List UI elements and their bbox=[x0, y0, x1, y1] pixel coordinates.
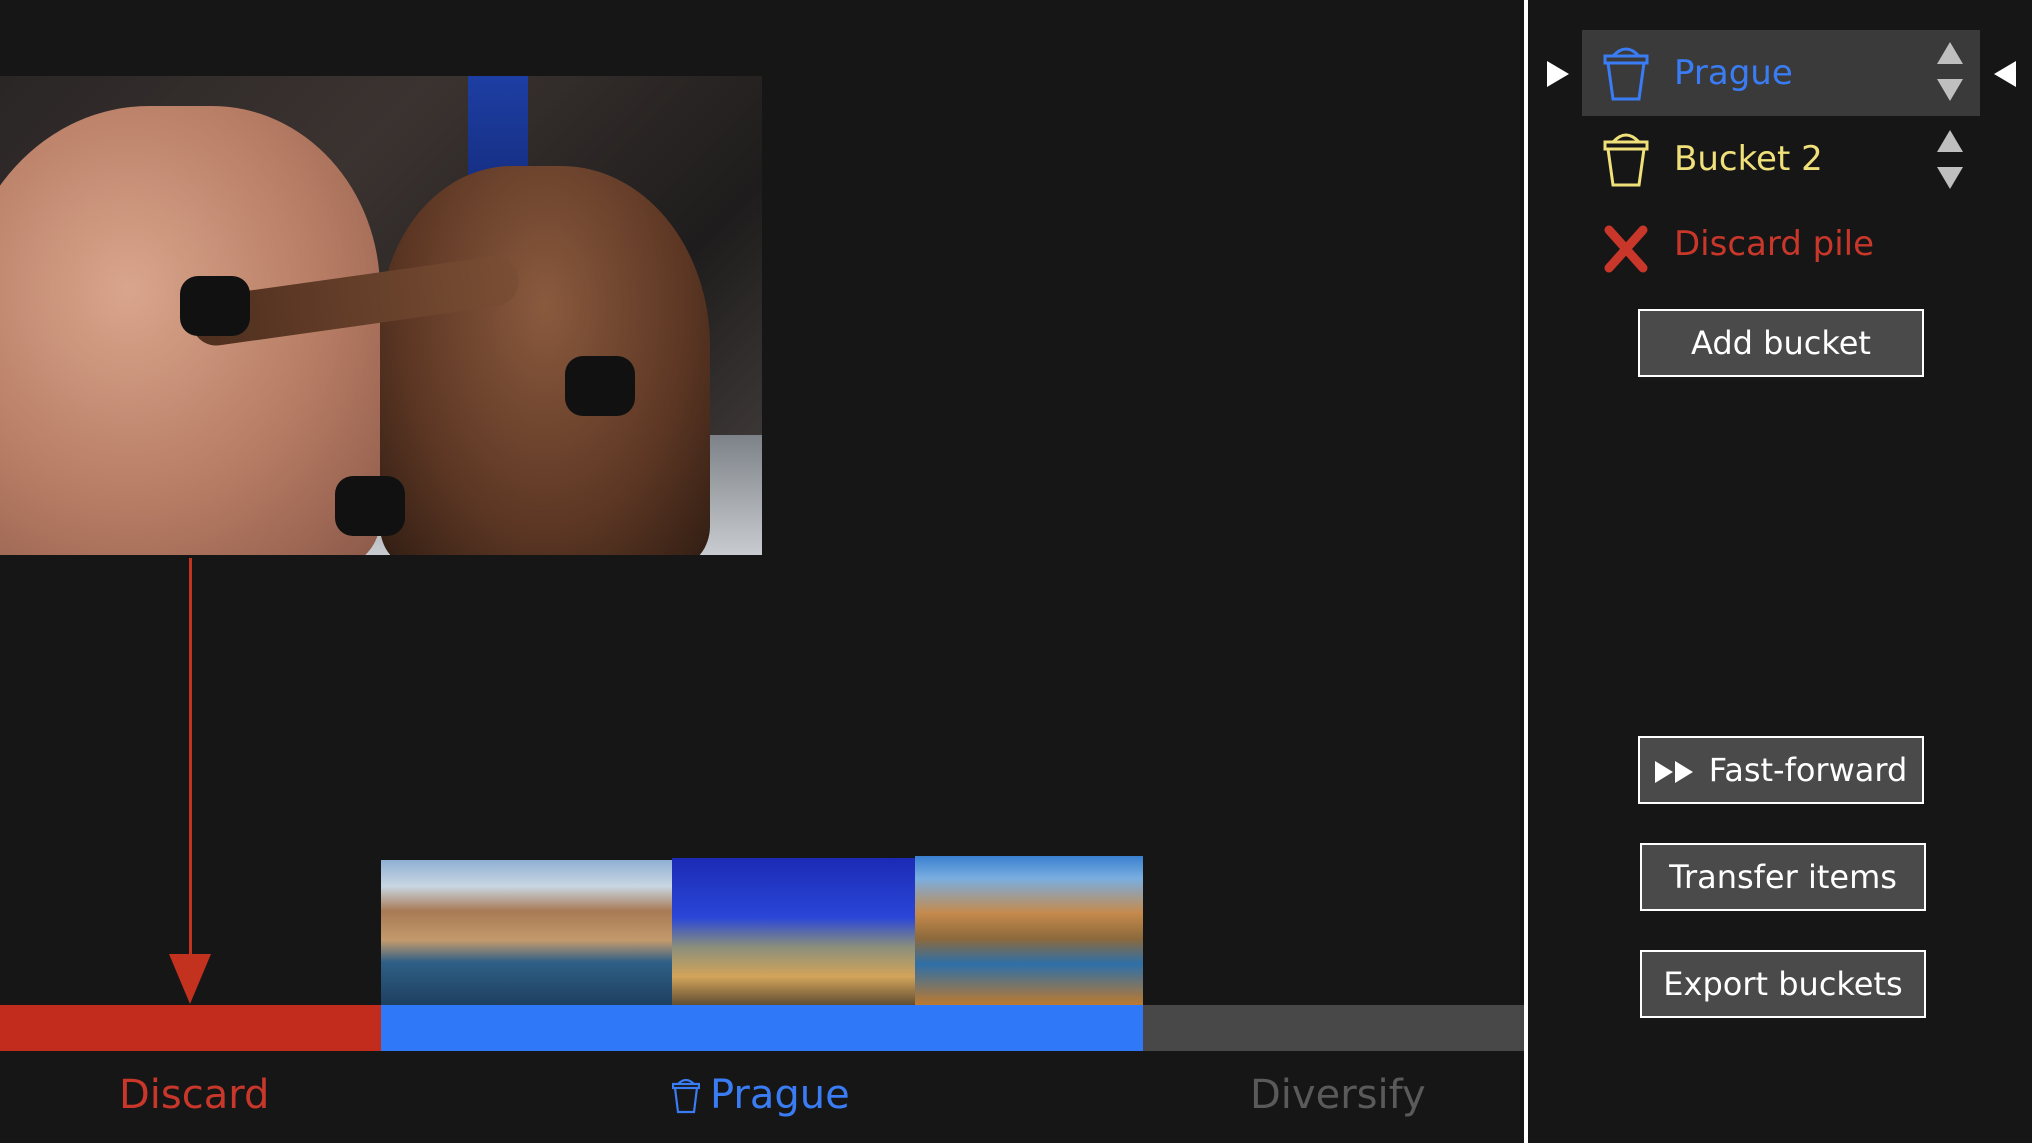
thumbnail-prague-3[interactable] bbox=[915, 856, 1143, 1006]
main-area: Discard Prague Diversify bbox=[0, 0, 1524, 1143]
move-down-icon[interactable] bbox=[1937, 79, 1963, 101]
prague-zone-text: Prague bbox=[710, 1072, 850, 1118]
bucket-icon bbox=[672, 1078, 700, 1114]
prague-zone-label: Prague bbox=[672, 1070, 850, 1120]
fast-forward-icon bbox=[1654, 761, 1693, 783]
discard-pile-label: Discard pile bbox=[1674, 224, 1875, 264]
glove bbox=[565, 356, 635, 416]
bucket-icon bbox=[1603, 47, 1649, 101]
diversify-zone-label: Diversify bbox=[1250, 1072, 1426, 1118]
bucket-row-discard-pile[interactable]: Discard pile bbox=[1582, 206, 1980, 286]
bucket-label: Bucket 2 bbox=[1674, 139, 1823, 179]
glove bbox=[335, 476, 405, 536]
bucket-row-bucket-2[interactable]: Bucket 2 bbox=[1582, 116, 1980, 202]
close-icon bbox=[1604, 225, 1648, 273]
current-item-image bbox=[0, 76, 762, 555]
selection-marker-right-icon bbox=[1994, 61, 2016, 87]
transfer-items-button[interactable]: Transfer items bbox=[1640, 843, 1926, 911]
move-up-icon[interactable] bbox=[1937, 42, 1963, 64]
discard-zone-label: Discard bbox=[119, 1072, 270, 1118]
export-buckets-button[interactable]: Export buckets bbox=[1640, 950, 1926, 1018]
drop-arrow-head bbox=[169, 954, 211, 1004]
fighter-right bbox=[380, 166, 710, 555]
glove bbox=[180, 276, 250, 336]
fast-forward-label: Fast-forward bbox=[1708, 751, 1908, 789]
prague-zone-bar[interactable] bbox=[381, 1005, 1143, 1051]
move-down-icon[interactable] bbox=[1937, 167, 1963, 189]
bucket-icon bbox=[1603, 133, 1649, 187]
selection-marker-left-icon bbox=[1547, 61, 1569, 87]
add-bucket-button[interactable]: Add bucket bbox=[1638, 309, 1924, 377]
diversify-zone-bar[interactable] bbox=[1143, 1005, 1524, 1051]
move-up-icon[interactable] bbox=[1937, 130, 1963, 152]
discard-zone-bar[interactable] bbox=[0, 1005, 381, 1051]
drop-arrow-line bbox=[189, 558, 192, 983]
thumbnail-prague-1[interactable] bbox=[381, 860, 672, 1006]
thumbnail-prague-2[interactable] bbox=[672, 858, 915, 1006]
bucket-label: Prague bbox=[1674, 53, 1793, 93]
bucket-row-prague[interactable]: Prague bbox=[1582, 30, 1980, 116]
fast-forward-button[interactable]: Fast-forward bbox=[1638, 736, 1924, 804]
